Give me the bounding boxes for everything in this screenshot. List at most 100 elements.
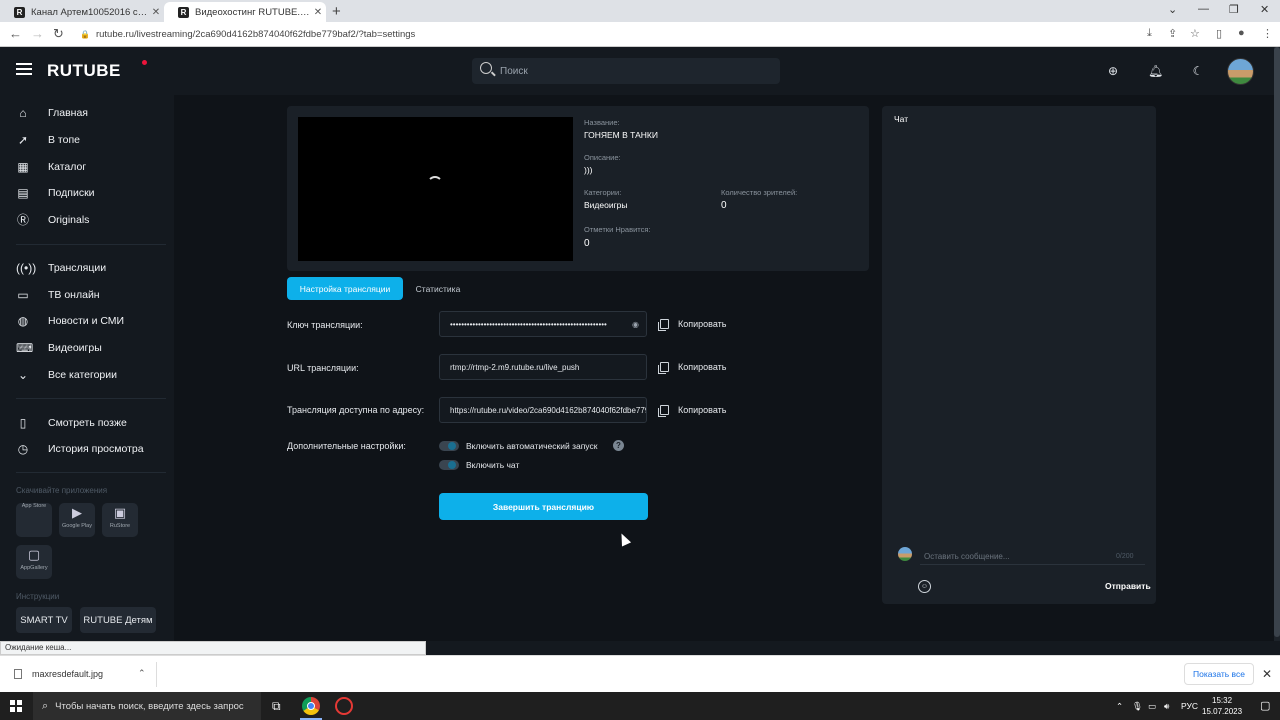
new-tab-icon[interactable]: +: [332, 3, 341, 20]
network-icon[interactable]: ▭: [1148, 701, 1156, 712]
stream-url-field[interactable]: rtmp://rtmp-2.m9.rutube.ru/live_push: [439, 354, 647, 380]
chat-message-input[interactable]: [920, 549, 1145, 565]
menu-dots-icon[interactable]: ⋮: [1262, 27, 1273, 40]
close-tab-icon[interactable]: ✕: [148, 7, 164, 18]
tab-statistics[interactable]: Статистика: [412, 277, 464, 300]
appgallery-icon: ▢: [27, 547, 41, 562]
stream-address-label: Трансляция доступна по адресу:: [287, 405, 425, 415]
install-icon[interactable]: ⤓: [1147, 27, 1152, 40]
instructions-label: Инструкции: [16, 592, 60, 601]
search-input[interactable]: [500, 62, 770, 80]
downloads-bar: maxresdefault.jpg ⌃ Показать все ✕: [0, 655, 1280, 692]
recorder-app-icon[interactable]: [335, 697, 353, 715]
windows-start-icon[interactable]: [10, 700, 22, 712]
rustore-icon: ▣: [113, 505, 127, 520]
sidebar-item-subscriptions[interactable]: ▤ Подписки: [16, 183, 94, 203]
google-play-button[interactable]: ▶ Google Play: [59, 503, 95, 537]
search-icon: [480, 62, 492, 74]
theme-moon-icon[interactable]: ☾: [1191, 64, 1205, 78]
broadcast-icon: ((•)): [16, 261, 37, 275]
show-all-downloads-button[interactable]: Показать все: [1184, 663, 1254, 685]
minimize-icon[interactable]: —: [1198, 3, 1209, 15]
stream-category: Видеоигры: [584, 200, 628, 210]
restore-icon[interactable]: ❐: [1229, 3, 1239, 16]
sidebar-item-top[interactable]: ➚ В топе: [16, 130, 80, 150]
stream-address-field[interactable]: https://rutube.ru/video/2ca690d4162b8740…: [439, 397, 647, 423]
back-icon[interactable]: ←: [9, 26, 22, 41]
stream-description: ))): [584, 165, 593, 175]
likes-count: 0: [584, 238, 590, 249]
chat-panel: [882, 106, 1156, 604]
sidebar-item-broadcasts[interactable]: ((•)) Трансляции: [16, 258, 106, 278]
sidebar-item-watch-later[interactable]: ▯ Смотреть позже: [16, 413, 127, 433]
microphone-icon[interactable]: 🎙︎: [1132, 701, 1143, 712]
profile-icon[interactable]: ●: [1238, 27, 1245, 39]
close-tab-icon[interactable]: ✕: [310, 7, 326, 18]
close-downloads-icon[interactable]: ✕: [1262, 667, 1272, 681]
viewers-count: 0: [721, 200, 727, 211]
forward-icon[interactable]: →: [31, 26, 44, 41]
menu-burger-icon[interactable]: [16, 63, 32, 75]
app-store-button[interactable]: App Store: [16, 503, 52, 537]
smart-tv-button[interactable]: SMART TV: [16, 607, 72, 633]
sidepanel-icon[interactable]: ▯: [1216, 27, 1222, 40]
tab-search-icon[interactable]: ⌄: [1168, 3, 1177, 16]
emoji-icon[interactable]: ☺: [918, 580, 931, 593]
sidebar-item-all-categories[interactable]: ⌄ Все категории: [16, 365, 117, 385]
stream-url-label: URL трансляции:: [287, 363, 359, 373]
autostart-toggle[interactable]: [439, 441, 459, 451]
browser-tab[interactable]: R Канал Артем10052016 смотри онлайн ✕: [0, 2, 164, 22]
url-field[interactable]: 🔒 rutube.ru/livestreaming/2ca690d4162b874…: [80, 29, 415, 40]
chat-toggle-label: Включить чат: [466, 460, 520, 470]
taskbar-search[interactable]: ⌕ Чтобы начать поиск, введите здесь запро…: [33, 692, 261, 720]
search-icon: ⌕: [42, 699, 49, 712]
chrome-icon[interactable]: [302, 697, 320, 715]
rutube-kids-button[interactable]: RUTUBE Детям: [80, 607, 156, 633]
rutube-logo[interactable]: RUTUBE: [47, 61, 121, 81]
language-indicator[interactable]: РУС: [1181, 701, 1198, 711]
close-window-icon[interactable]: ✕: [1260, 3, 1269, 16]
browser-tab-active[interactable]: R Видеохостинг RUTUBE. Смотрите ✕: [164, 2, 326, 22]
appgallery-button[interactable]: ▢ AppGallery: [16, 545, 52, 579]
sidebar-item-tv[interactable]: ▭ ТВ онлайн: [16, 285, 99, 305]
chevron-up-icon[interactable]: ⌃: [138, 668, 146, 679]
rustore-button[interactable]: ▣ RuStore: [102, 503, 138, 537]
user-avatar[interactable]: [1227, 58, 1254, 85]
stream-key-field[interactable]: ••••••••••••••••••••••••••••••••••••••••…: [439, 311, 647, 337]
sidebar-item-news[interactable]: ◍ Новости и СМИ: [16, 311, 124, 331]
bookmark-star-icon[interactable]: ☆: [1190, 27, 1200, 40]
notifications-icon[interactable]: 🔔︎: [1148, 64, 1163, 78]
share-icon[interactable]: ⇪: [1168, 27, 1177, 40]
hide-eye-icon[interactable]: ◉: [632, 320, 639, 329]
reload-icon[interactable]: ↻: [53, 26, 64, 42]
sidebar-divider: [16, 244, 166, 245]
tray-chevron-icon[interactable]: ⌃: [1116, 701, 1123, 712]
scrollbar-thumb[interactable]: [1274, 47, 1280, 637]
upload-icon[interactable]: ⊕: [1106, 64, 1120, 78]
apps-label: Скачивайте приложения: [16, 486, 108, 495]
windows-taskbar: ⌕ Чтобы начать поиск, введите здесь запро…: [0, 692, 1280, 720]
end-stream-button[interactable]: Завершить трансляцию: [439, 493, 648, 520]
category-label: Категории:: [584, 188, 622, 197]
sidebar-item-history[interactable]: ◷ История просмотра: [16, 439, 144, 459]
download-item[interactable]: maxresdefault.jpg: [14, 669, 103, 679]
page-scrollbar[interactable]: [1274, 47, 1280, 641]
sidebar-item-originals[interactable]: Ⓡ Originals: [16, 210, 89, 230]
rocket-icon: ➚: [17, 133, 29, 147]
taskbar-clock[interactable]: 15:32 15.07.2023: [1202, 695, 1242, 717]
sidebar-item-games[interactable]: ⌨ Видеоигры: [16, 338, 102, 358]
send-button[interactable]: Отправить: [1105, 581, 1151, 591]
volume-icon[interactable]: 🔊︎: [1164, 701, 1169, 712]
copy-address-button[interactable]: Копировать: [658, 403, 726, 417]
notification-center-icon[interactable]: ▢: [1260, 699, 1270, 712]
chat-toggle[interactable]: [439, 460, 459, 470]
sidebar-item-home[interactable]: ⌂ Главная: [16, 103, 88, 123]
copy-key-button[interactable]: Копировать: [658, 317, 726, 331]
tab-settings[interactable]: Настройка трансляции: [287, 277, 403, 300]
google-play-icon: ▶: [72, 505, 82, 520]
task-view-icon[interactable]: ⧉: [272, 699, 281, 714]
copy-url-button[interactable]: Копировать: [658, 360, 726, 374]
bookmark-icon: ▯: [19, 416, 27, 430]
help-icon[interactable]: ?: [613, 440, 624, 451]
sidebar-item-catalog[interactable]: ▦ Каталог: [16, 157, 86, 177]
